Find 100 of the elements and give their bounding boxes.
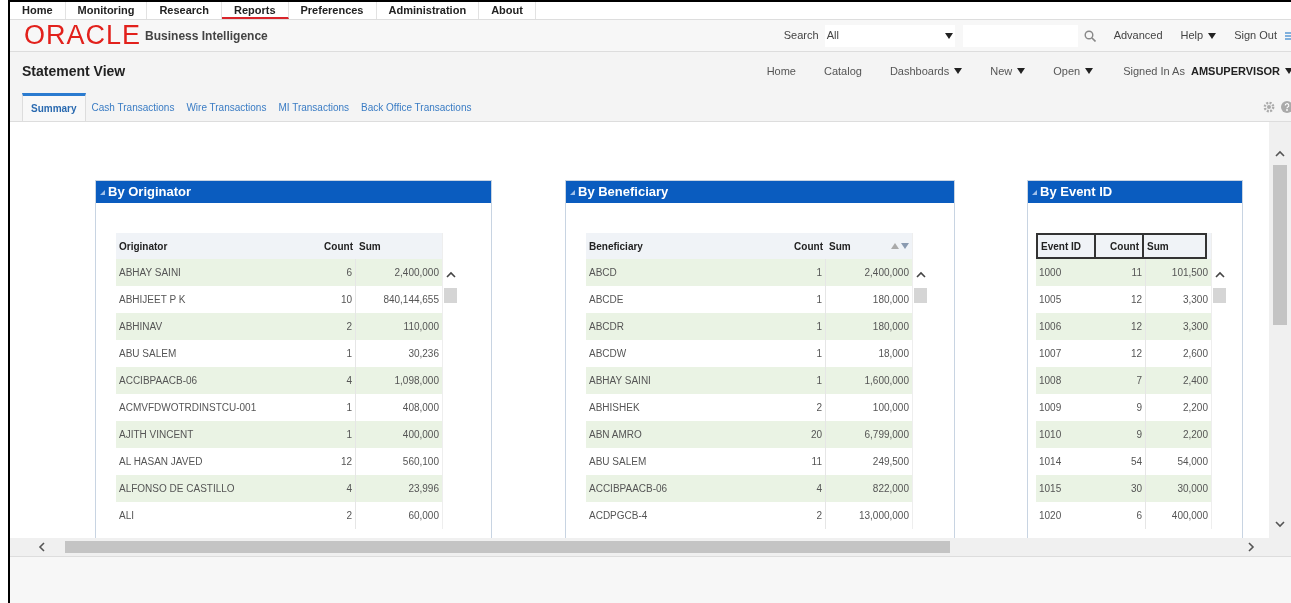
oracle-logo: ORACLE: [24, 22, 142, 49]
table-cell-text: ABHAY SAINI: [118, 266, 182, 280]
table-cell-text: 249,500: [871, 455, 910, 469]
table-cell-text: ACMVFDWOTRDINSTCU-001: [118, 401, 258, 415]
column-header[interactable]: Count: [776, 233, 826, 259]
table-cell-text: 2,400,000: [393, 266, 440, 280]
table-cell-text: 1005: [1038, 293, 1063, 307]
table-cell-text: 1007: [1038, 347, 1063, 361]
panel-title: By Event ID: [1040, 183, 1113, 202]
scroll-right-icon[interactable]: [1248, 542, 1255, 552]
panel-title: By Beneficiary: [578, 183, 669, 202]
table-cell-text: 6,799,000: [863, 428, 910, 442]
table-cell-text: 1008: [1038, 374, 1063, 388]
table-cell-text: 400,000: [401, 428, 440, 442]
table-scrollbar[interactable]: [1211, 233, 1227, 529]
caret-icon: [1285, 68, 1291, 74]
tab[interactable]: MI Transactions: [272, 93, 356, 121]
panel-header[interactable]: By Beneficiary: [566, 181, 954, 203]
table-cell-text: 1,098,000: [393, 374, 440, 388]
panel-header[interactable]: By Originator: [96, 181, 491, 203]
panel-title: By Originator: [108, 183, 192, 202]
scrollbar-thumb[interactable]: [65, 541, 950, 553]
nav-link[interactable]: Open: [1053, 62, 1094, 80]
table-cell-text: 180,000: [871, 293, 910, 307]
scroll-up-icon[interactable]: [915, 271, 926, 278]
header-link[interactable]: Help: [1180, 27, 1217, 44]
table-scrollbar[interactable]: [912, 233, 928, 529]
caret-icon: [944, 32, 953, 39]
tab[interactable]: Back Office Transactions: [355, 93, 478, 121]
column-header[interactable]: Sum: [1142, 233, 1207, 259]
table-cell-text: 60,000: [407, 509, 440, 523]
caret-icon: [1085, 68, 1094, 74]
table-cell-text: ABU SALEM: [588, 455, 648, 469]
table-cell-text: 840,144,655: [382, 293, 440, 307]
settings-icon[interactable]: [1263, 100, 1275, 113]
table-cell-text: 400,000: [1170, 509, 1209, 523]
tab[interactable]: Cash Transactions: [85, 93, 181, 121]
table-cell-text: ABHISHEK: [588, 401, 641, 415]
table-cell-text: 100,000: [871, 401, 910, 415]
table-cell-text: 3,300: [1181, 320, 1209, 334]
signed-in-label: Signed In As: [1123, 63, 1185, 79]
scrollbar-thumb[interactable]: [914, 288, 927, 303]
table-cell-text: 2,400: [1181, 374, 1209, 388]
table-cell: 2: [306, 502, 356, 529]
table-cell-text: 822,000: [871, 482, 910, 496]
table-cell-text: AJITH VINCENT: [118, 428, 195, 442]
page-title: Statement View: [22, 61, 126, 81]
scroll-up-icon[interactable]: [1275, 150, 1285, 157]
column-header[interactable]: Sum: [356, 233, 442, 259]
column-header[interactable]: Count: [306, 233, 356, 259]
table-cell-text: 2,600: [1181, 347, 1209, 361]
scrollbar-thumb[interactable]: [1213, 288, 1226, 303]
menu-icon[interactable]: [1285, 30, 1291, 41]
table-cell-text: ABCDW: [588, 347, 628, 361]
table-cell-text: 408,000: [401, 401, 440, 415]
horizontal-scrollbar[interactable]: [10, 538, 1291, 556]
scroll-down-icon[interactable]: [1275, 521, 1285, 528]
table-cell-text: 1020: [1038, 509, 1063, 523]
search-icon[interactable]: [1083, 29, 1096, 42]
table-cell-text: ABN AMRO: [588, 428, 643, 442]
scroll-up-icon[interactable]: [445, 271, 456, 278]
tab[interactable]: Summary: [22, 93, 86, 121]
scrollbar-thumb[interactable]: [1273, 165, 1287, 325]
column-header[interactable]: Beneficiary: [586, 233, 776, 259]
table-cell-text: 30,000: [1176, 482, 1209, 496]
header-link[interactable]: Sign Out: [1234, 27, 1277, 44]
tab[interactable]: Wire Transactions: [180, 93, 273, 121]
table-cell-text: 1009: [1038, 401, 1063, 415]
help-icon[interactable]: [1281, 100, 1291, 113]
user-menu[interactable]: AMSUPERVISOR: [1190, 62, 1291, 80]
vertical-scrollbar[interactable]: [1269, 122, 1291, 538]
collapse-icon[interactable]: [570, 189, 575, 195]
table-cell-text: 54,000: [1176, 455, 1209, 469]
nav-link[interactable]: New: [990, 62, 1026, 80]
table-cell-text: 18,000: [877, 347, 910, 361]
header-link[interactable]: Advanced: [1113, 27, 1163, 44]
table-cell-text: ACDPGCB-4: [588, 509, 649, 523]
column-header[interactable]: Sum: [826, 233, 912, 259]
table-cell-text: ALI: [118, 509, 135, 523]
table-cell-text: ABCD: [588, 266, 618, 280]
table-cell: 6: [1096, 502, 1146, 529]
nav-link[interactable]: Catalog: [824, 62, 862, 80]
collapse-icon[interactable]: [100, 189, 105, 195]
search-scope-select[interactable]: All: [824, 24, 955, 47]
table-cell-text: 1,600,000: [863, 374, 910, 388]
table-scrollbar[interactable]: [442, 233, 458, 529]
scroll-left-icon[interactable]: [38, 542, 45, 552]
sort-arrows-icon[interactable]: [891, 243, 909, 249]
scrollbar-thumb[interactable]: [444, 288, 457, 303]
nav-link[interactable]: Home: [766, 62, 796, 80]
nav-link[interactable]: Dashboards: [889, 62, 963, 80]
collapse-icon[interactable]: [1032, 189, 1037, 195]
column-header[interactable]: Originator: [116, 233, 306, 259]
table-cell-text: 2,400,000: [863, 266, 910, 280]
panel-header[interactable]: By Event ID: [1028, 181, 1242, 203]
table-cell-text: 101,500: [1170, 266, 1209, 280]
table-cell-text: ABHAY SAINI: [588, 374, 652, 388]
caret-icon: [1017, 68, 1026, 74]
table-cell-text: 1010: [1038, 428, 1063, 442]
scroll-up-icon[interactable]: [1214, 271, 1225, 278]
